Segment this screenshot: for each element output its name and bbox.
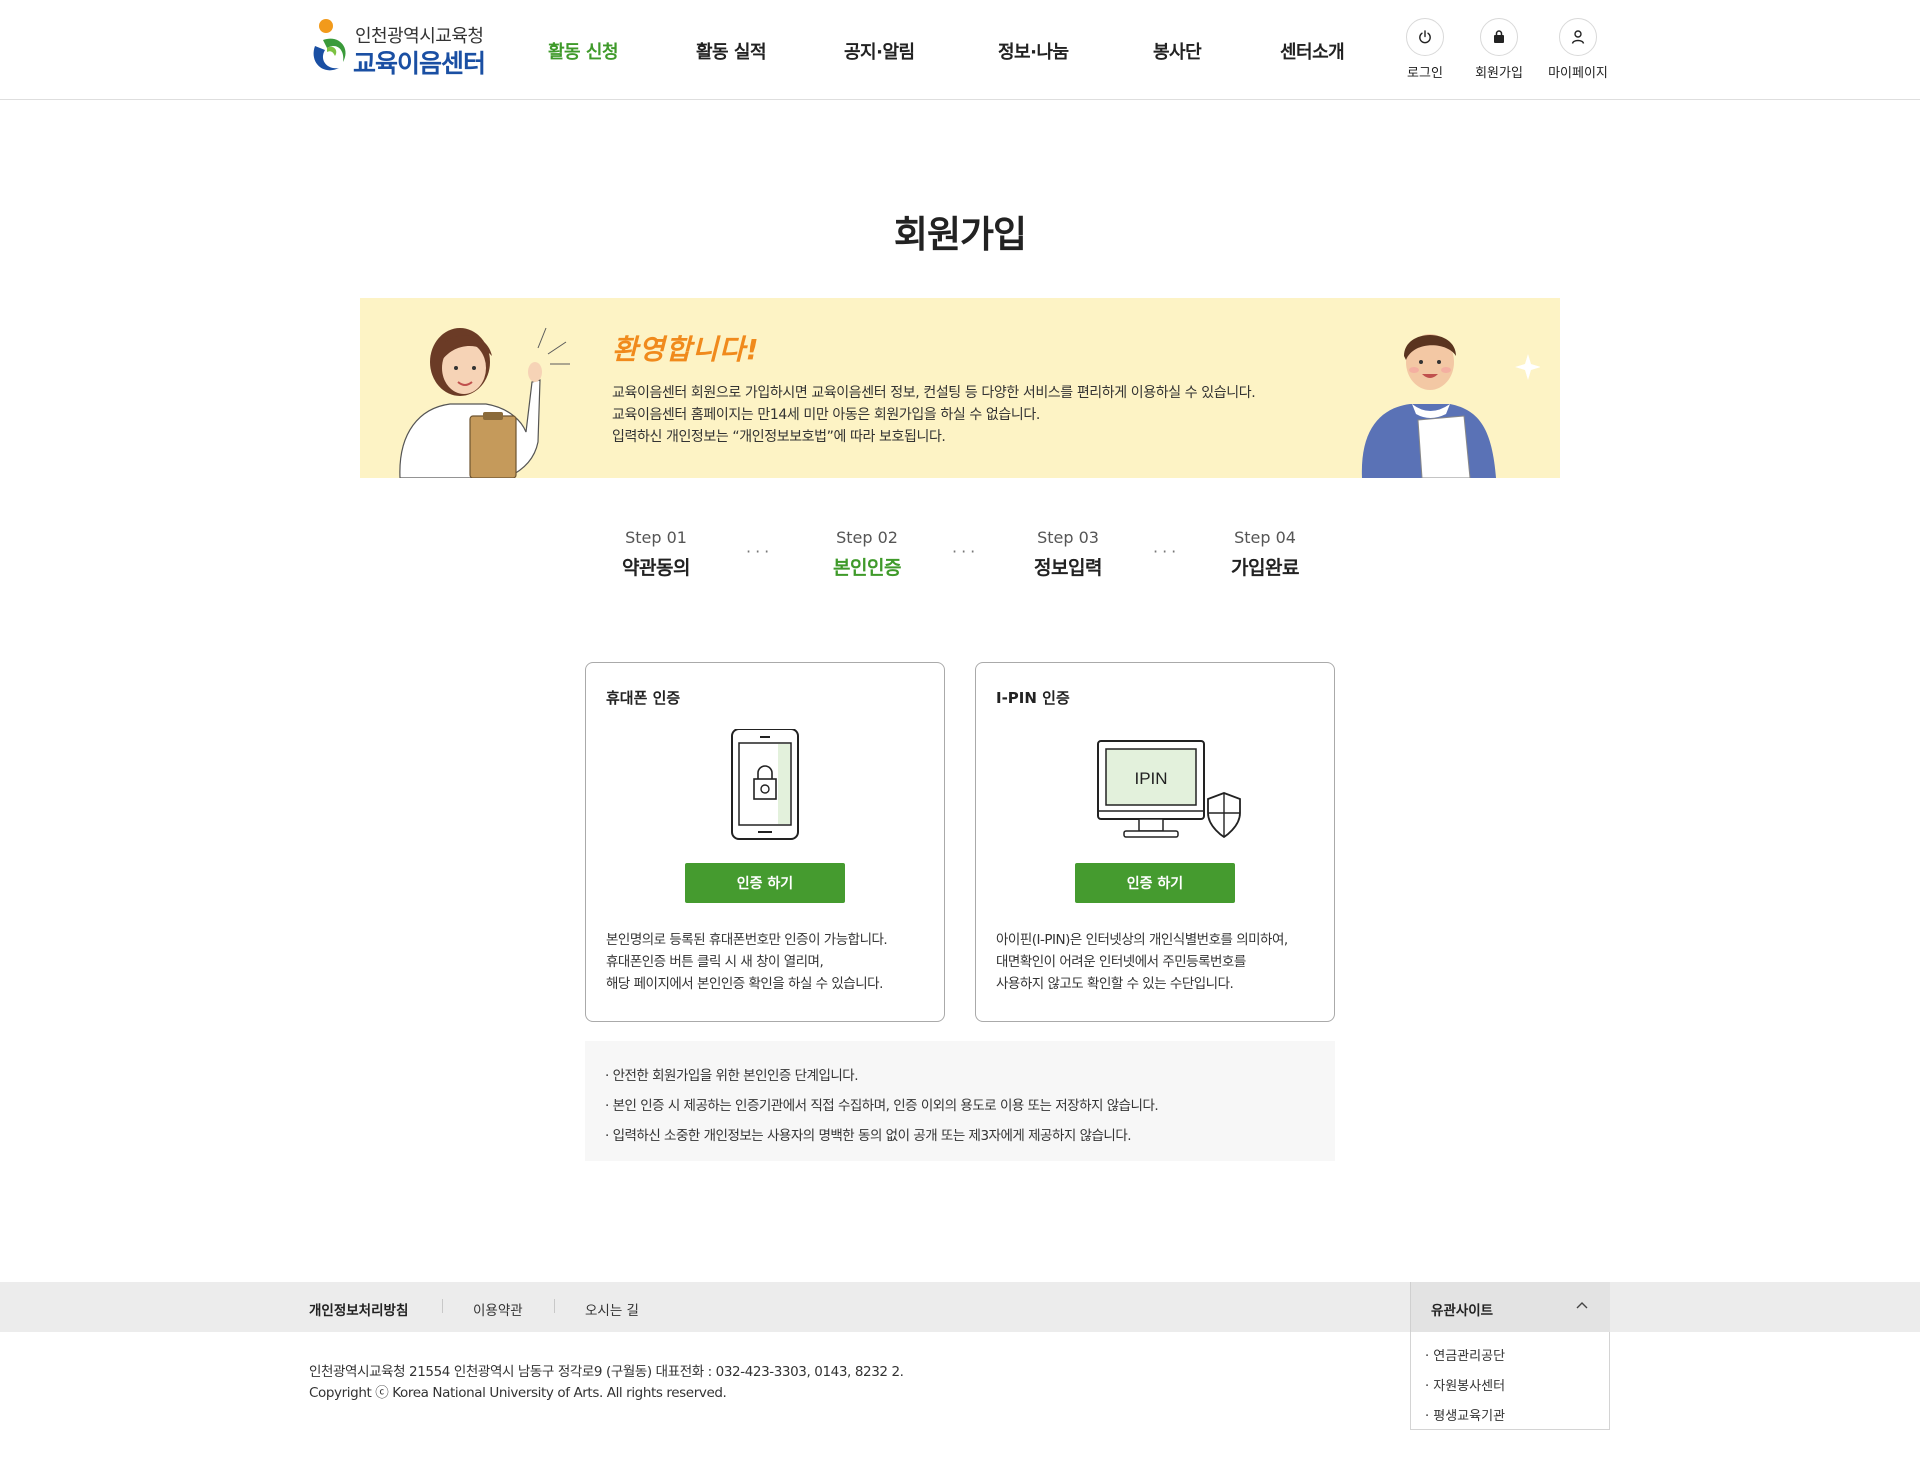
banner-line: 교육이음센터 홈페이지는 만14세 미만 아동은 회원가입을 하실 수 없습니다… (612, 407, 1040, 423)
nav-item-volunteer[interactable]: 봉사단 (1153, 38, 1202, 64)
related-sites-toggle[interactable]: 유관사이트 (1410, 1282, 1610, 1332)
footer-copyright: Copyright ⓒ Korea National University of… (309, 1385, 727, 1401)
notice-item: · 입력하신 소중한 개인정보는 사용자의 명백한 동의 없이 공개 또는 제3… (605, 1128, 1132, 1144)
related-site-item[interactable]: · 평생교육기관 (1425, 1402, 1609, 1432)
step-separator: ··· (1153, 542, 1181, 561)
step-number: Step 01 (625, 528, 687, 547)
footer-address: 인천광역시교육청 21554 인천광역시 남동구 정각로9 (구월동) 대표전화… (309, 1364, 904, 1380)
description-line: 해당 페이지에서 본인인증 확인을 하실 수 있습니다. (606, 976, 883, 992)
chevron-up-icon (1576, 1302, 1588, 1309)
step-label: 약관동의 (622, 557, 690, 579)
banner-line: 입력하신 개인정보는 “개인정보보호법”에 따라 보호됩니다. (612, 429, 946, 445)
notice-item: · 본인 인증 시 제공하는 인증기관에서 직접 수집하며, 인증 이외의 용도… (605, 1098, 1159, 1114)
nav-item-notice[interactable]: 공지·알림 (844, 38, 915, 64)
banner-description: 교육이음센터 회원으로 가입하시면 교육이음센터 정보, 컨설팅 등 다양한 서… (612, 382, 1256, 448)
step-2: Step 02 본인인증 (797, 528, 937, 580)
phone-auth-title: 휴대폰 인증 (606, 689, 681, 707)
description-line: 휴대폰인증 버튼 클릭 시 새 창이 열리며, (606, 954, 824, 970)
banner-line: 교육이음센터 회원으로 가입하시면 교육이음센터 정보, 컨설팅 등 다양한 서… (612, 385, 1256, 401)
description-line: 본인명의로 등록된 휴대폰번호만 인증이 가능합니다. (606, 932, 888, 948)
footer-divider (442, 1299, 443, 1313)
related-sites-list: · 연금관리공단 · 자원봉사센터 · 평생교육기관 (1410, 1332, 1610, 1430)
directions-link[interactable]: 오시는 길 (585, 1299, 639, 1319)
phone-auth-card: 휴대폰 인증 인증 하기 본인명의로 등록된 휴대폰번호만 인증이 가능합니다.… (585, 662, 945, 1022)
step-separator: ··· (952, 542, 980, 561)
ipin-auth-button[interactable]: 인증 하기 (1075, 863, 1235, 903)
step-separator: ··· (746, 542, 774, 561)
mypage-link[interactable]: 마이페이지 (1543, 18, 1613, 81)
site-header: 인천광역시교육청 교육이음센터 활동 신청 활동 실적 공지·알림 정보·나눔 … (0, 0, 1920, 100)
man-with-paper-illustration (1361, 334, 1540, 478)
footer-divider (554, 1299, 555, 1313)
signup-link[interactable]: 회원가입 (1464, 18, 1534, 81)
step-4: Step 04 가입완료 (1195, 528, 1335, 580)
footer-link-bar: 개인정보처리방침 이용약관 오시는 길 (0, 1282, 1920, 1332)
privacy-policy-link[interactable]: 개인정보처리방침 (309, 1299, 408, 1319)
nav-item-center-intro[interactable]: 센터소개 (1280, 38, 1345, 64)
phone-auth-button[interactable]: 인증 하기 (685, 863, 845, 903)
site-logo[interactable]: 인천광역시교육청 교육이음센터 (309, 18, 499, 80)
related-site-item[interactable]: · 자원봉사센터 (1425, 1372, 1609, 1402)
terms-link[interactable]: 이용약관 (473, 1299, 523, 1319)
footer-info: 인천광역시교육청 21554 인천광역시 남동구 정각로9 (구월동) 대표전화… (309, 1362, 904, 1404)
login-label: 로그인 (1407, 66, 1443, 81)
description-line: 아이핀(I-PIN)은 인터넷상의 개인식별번호를 의미하여, (996, 932, 1288, 948)
signup-steps: Step 01 약관동의 ··· Step 02 본인인증 ··· Step 0… (0, 528, 1920, 588)
step-label: 정보입력 (1034, 557, 1102, 579)
description-line: 대면확인이 어려운 인터넷에서 주민등록번호를 (996, 954, 1246, 970)
step-number: Step 02 (836, 528, 898, 547)
step-3: Step 03 정보입력 (998, 528, 1138, 580)
ipin-auth-card: I-PIN 인증 IPIN 인증 하기 아이핀(I-PIN)은 인터넷상의 개인… (975, 662, 1335, 1022)
ipin-auth-description: 아이핀(I-PIN)은 인터넷상의 개인식별번호를 의미하여, 대면확인이 어려… (996, 929, 1326, 995)
logo-mark-icon (313, 19, 346, 71)
step-label: 본인인증 (833, 557, 901, 579)
notice-item: · 안전한 회원가입을 위한 본인인증 단계입니다. (605, 1068, 859, 1084)
auth-notice-box: · 안전한 회원가입을 위한 본인인증 단계입니다. · 본인 인증 시 제공하… (585, 1041, 1335, 1161)
step-number: Step 04 (1234, 528, 1296, 547)
step-label: 가입완료 (1231, 557, 1299, 579)
ipin-auth-title: I-PIN 인증 (996, 689, 1070, 707)
description-line: 사용하지 않고도 확인할 수 있는 수단입니다. (996, 976, 1234, 992)
lock-bag-icon (1480, 18, 1518, 56)
step-number: Step 03 (1037, 528, 1099, 547)
step-1: Step 01 약관동의 (586, 528, 726, 580)
nav-item-activity-record[interactable]: 활동 실적 (696, 38, 767, 64)
user-icon (1559, 18, 1597, 56)
nav-item-activity-apply[interactable]: 활동 신청 (548, 38, 619, 64)
phone-lock-icon (731, 729, 799, 840)
related-site-item[interactable]: · 연금관리공단 (1425, 1342, 1609, 1372)
woman-with-clipboard-illustration (399, 327, 570, 478)
nav-item-info-share[interactable]: 정보·나눔 (998, 38, 1069, 64)
related-sites-label: 유관사이트 (1431, 1303, 1494, 1319)
login-link[interactable]: 로그인 (1390, 18, 1460, 81)
signup-label: 회원가입 (1475, 66, 1523, 81)
ipin-screen-text: IPIN (1134, 769, 1167, 788)
page-title: 회원가입 (893, 213, 1027, 256)
ipin-monitor-shield-icon: IPIN (1097, 740, 1241, 839)
welcome-banner: 환영합니다! 교육이음센터 회원으로 가입하시면 교육이음센터 정보, 컨설팅 … (360, 298, 1560, 478)
phone-auth-description: 본인명의로 등록된 휴대폰번호만 인증이 가능합니다. 휴대폰인증 버튼 클릭 … (606, 929, 936, 995)
logo-title: 교육이음센터 (353, 49, 486, 78)
mypage-label: 마이페이지 (1548, 66, 1608, 81)
welcome-heading: 환영합니다! (612, 333, 760, 366)
power-icon (1406, 18, 1444, 56)
